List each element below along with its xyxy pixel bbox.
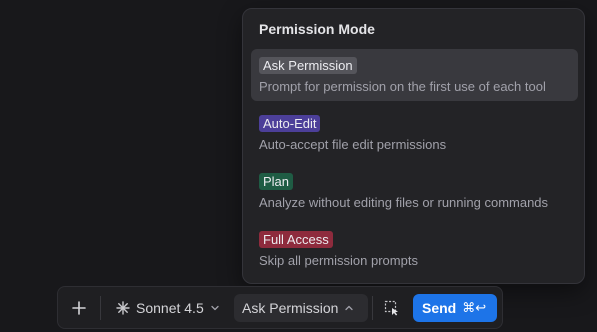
toolbar-divider bbox=[100, 296, 101, 320]
option-full-access[interactable]: Full Access Skip all permission prompts bbox=[251, 223, 578, 275]
option-auto-edit[interactable]: Auto-Edit Auto-accept file edit permissi… bbox=[251, 107, 578, 159]
send-label: Send bbox=[422, 300, 457, 316]
plus-icon bbox=[72, 301, 86, 315]
option-description: Auto-accept file edit permissions bbox=[259, 137, 447, 152]
selection-tool-button[interactable] bbox=[380, 294, 404, 322]
selection-cursor-icon bbox=[384, 300, 400, 316]
model-selector-button[interactable]: Sonnet 4.5 bbox=[110, 294, 226, 322]
composer-toolbar: Sonnet 4.5 Ask Permission Send ⌘↩ bbox=[57, 286, 503, 329]
permission-mode-popover: Permission Mode Ask Permission Prompt fo… bbox=[242, 8, 585, 284]
add-button[interactable] bbox=[66, 294, 92, 322]
chevron-down-icon bbox=[210, 303, 220, 313]
app-window: Permission Mode Ask Permission Prompt fo… bbox=[0, 0, 597, 332]
option-description: Prompt for permission on the first use o… bbox=[259, 79, 546, 94]
sparkle-icon bbox=[116, 301, 130, 315]
option-ask-permission[interactable]: Ask Permission Prompt for permission on … bbox=[251, 49, 578, 101]
permission-mode-button[interactable]: Ask Permission bbox=[234, 294, 368, 322]
option-badge: Full Access bbox=[259, 231, 333, 248]
send-shortcut: ⌘↩ bbox=[462, 300, 487, 315]
option-badge: Plan bbox=[259, 173, 294, 190]
option-plan[interactable]: Plan Analyze without editing files or ru… bbox=[251, 165, 578, 217]
model-label: Sonnet 4.5 bbox=[136, 300, 204, 316]
option-description: Skip all permission prompts bbox=[259, 253, 418, 268]
toolbar-divider bbox=[372, 296, 373, 320]
option-badge: Auto-Edit bbox=[259, 115, 321, 132]
chevron-up-icon bbox=[344, 303, 354, 313]
option-description: Analyze without editing files or running… bbox=[259, 195, 549, 210]
option-badge: Ask Permission bbox=[259, 57, 357, 74]
send-button[interactable]: Send ⌘↩ bbox=[413, 294, 497, 322]
popover-title: Permission Mode bbox=[259, 21, 375, 37]
permission-label: Ask Permission bbox=[242, 300, 339, 316]
